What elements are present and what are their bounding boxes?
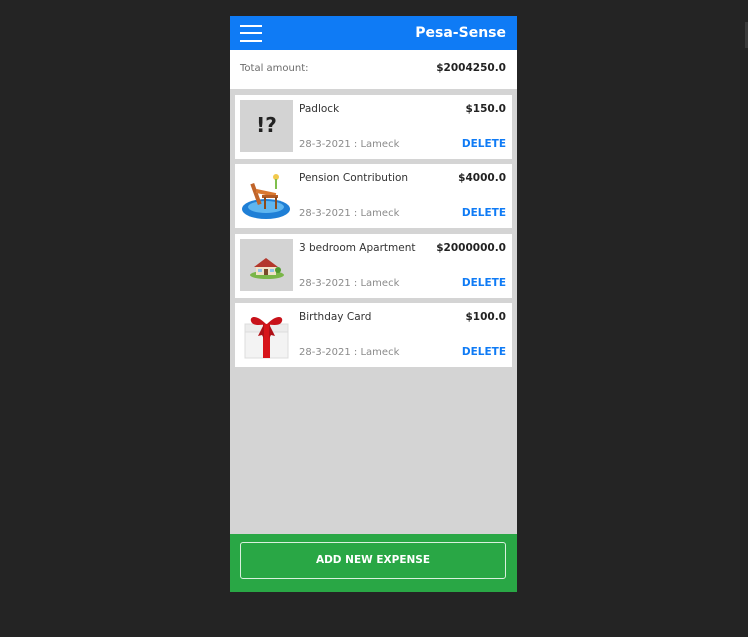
expense-price: $100.0 xyxy=(465,311,506,323)
delete-button[interactable]: DELETE xyxy=(462,138,506,150)
beach-chair-icon xyxy=(240,169,293,221)
footer-bar: ADD NEW EXPENSE xyxy=(230,534,517,592)
add-new-expense-button[interactable]: ADD NEW EXPENSE xyxy=(240,542,506,579)
delete-button[interactable]: DELETE xyxy=(462,346,506,358)
expense-card: Pension Contribution $4000.0 28-3-2021 :… xyxy=(235,164,512,228)
expense-card: 3 bedroom Apartment $2000000.0 28-3-2021… xyxy=(235,234,512,298)
expense-card: !? Padlock $150.0 28-3-2021 : Lameck DEL… xyxy=(235,95,512,159)
total-summary: Total amount: $2004250.0 xyxy=(230,50,517,89)
thumb-placeholder-text: !? xyxy=(256,113,277,137)
app-title: Pesa-Sense xyxy=(415,25,506,41)
house-icon xyxy=(240,239,293,291)
total-label: Total amount: xyxy=(240,63,309,74)
expense-name: Pension Contribution xyxy=(299,172,409,184)
expense-meta: 28-3-2021 : Lameck xyxy=(299,208,400,219)
delete-button[interactable]: DELETE xyxy=(462,207,506,219)
hamburger-menu-icon[interactable] xyxy=(240,24,262,43)
expense-name: Birthday Card xyxy=(299,311,372,323)
expense-name: 3 bedroom Apartment xyxy=(299,242,416,254)
expense-price: $150.0 xyxy=(465,103,506,115)
total-value: $2004250.0 xyxy=(436,62,506,74)
delete-button[interactable]: DELETE xyxy=(462,277,506,289)
expense-name: Padlock xyxy=(299,103,340,115)
app-header: Pesa-Sense xyxy=(230,16,517,50)
expense-price: $4000.0 xyxy=(458,172,506,184)
app-screen: Pesa-Sense Total amount: $2004250.0 !? P… xyxy=(230,16,517,592)
expense-meta: 28-3-2021 : Lameck xyxy=(299,139,400,150)
expense-meta: 28-3-2021 : Lameck xyxy=(299,278,400,289)
expense-card: Birthday Card $100.0 28-3-2021 : Lameck … xyxy=(235,303,512,367)
gift-box-icon xyxy=(240,308,293,360)
unknown-image-icon: !? xyxy=(240,100,293,152)
expense-price: $2000000.0 xyxy=(436,242,506,254)
expense-meta: 28-3-2021 : Lameck xyxy=(299,347,400,358)
